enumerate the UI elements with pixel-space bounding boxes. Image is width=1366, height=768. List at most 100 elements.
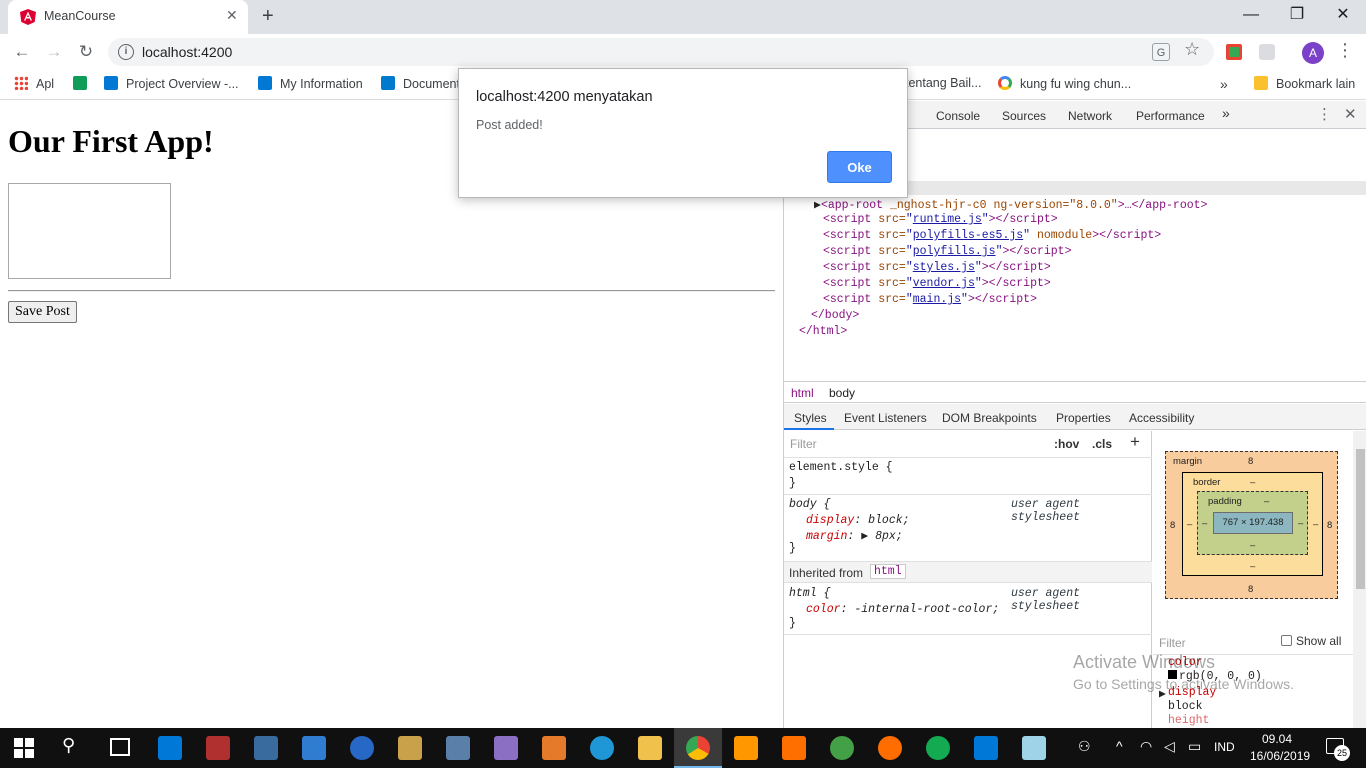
box-model-padding[interactable]: padding – – – – 767 × 197.438 <box>1197 491 1308 555</box>
breadcrumb-html[interactable]: html <box>791 386 814 400</box>
back-icon[interactable]: ← <box>10 40 34 64</box>
tab-dom-breakpoints[interactable]: DOM Breakpoints <box>942 411 1037 425</box>
info-icon[interactable]: i <box>118 44 134 60</box>
tab-close-icon[interactable]: ✕ <box>226 7 238 24</box>
scrollbar[interactable] <box>1353 431 1366 728</box>
app-icon[interactable] <box>446 736 470 760</box>
people-icon[interactable]: ⚇ <box>1078 738 1091 755</box>
dom-node-script[interactable]: <script src="polyfills.js"></script> <box>823 245 1071 258</box>
bookmarks-overflow-icon[interactable]: » <box>1220 76 1228 92</box>
css-property[interactable]: margin: ▶ 8px; <box>806 528 903 543</box>
language-indicator[interactable]: IND <box>1214 740 1235 754</box>
dom-node-html-close[interactable]: </html> <box>799 325 847 338</box>
matlab-icon[interactable] <box>542 736 566 760</box>
app-icon[interactable] <box>494 736 518 760</box>
new-tab-icon[interactable]: + <box>262 5 274 28</box>
save-post-button[interactable]: Save Post <box>8 301 77 323</box>
body-rule-selector[interactable]: body { <box>789 498 830 511</box>
chrome-icon[interactable] <box>686 736 710 760</box>
close-window-icon[interactable]: ✕ <box>1320 4 1366 30</box>
css-property[interactable]: display: block; <box>806 514 910 527</box>
dom-node-app-root[interactable]: ▶<app-root _nghost-hjr-c0 ng-version="8.… <box>814 197 1207 212</box>
css-property[interactable]: color: -internal-root-color; <box>806 603 999 616</box>
task-view-icon[interactable] <box>110 738 130 756</box>
devtools-close-icon[interactable]: ✕ <box>1344 105 1357 123</box>
app-icon[interactable] <box>254 736 278 760</box>
chevron-up-icon[interactable]: ^ <box>1116 738 1123 754</box>
element-style-rule[interactable]: element.style { <box>789 461 893 474</box>
bookmark-tentang[interactable]: tentang Bail... <box>905 76 981 90</box>
cls-toggle[interactable]: .cls <box>1092 437 1112 451</box>
scrollbar-thumb[interactable] <box>1356 449 1365 589</box>
app-icon[interactable] <box>398 736 422 760</box>
edge-icon[interactable] <box>158 736 182 760</box>
show-all-checkbox[interactable]: Show all <box>1281 634 1341 648</box>
dom-node-script[interactable]: <script src="vendor.js"></script> <box>823 277 1051 290</box>
sublime-icon[interactable] <box>734 736 758 760</box>
dom-node-script[interactable]: <script src="polyfills-es5.js" nomodule>… <box>823 229 1161 242</box>
app-icon[interactable] <box>302 736 326 760</box>
more-tabs-icon[interactable]: » <box>1222 105 1230 121</box>
tab-accessibility[interactable]: Accessibility <box>1129 411 1194 425</box>
dom-node-script[interactable]: <script src="styles.js"></script> <box>823 261 1051 274</box>
app-icon[interactable] <box>782 736 806 760</box>
app-icon[interactable] <box>1022 736 1046 760</box>
box-model-content[interactable]: 767 × 197.438 <box>1213 512 1293 534</box>
bookmark-star-icon[interactable]: ☆ <box>1184 39 1200 60</box>
ok-button[interactable]: Oke <box>827 151 892 183</box>
inherited-tag[interactable]: html <box>870 564 906 579</box>
tab-sources[interactable]: Sources <box>1002 109 1046 123</box>
dom-node-script[interactable]: <script src="runtime.js"></script> <box>823 213 1058 226</box>
restore-icon[interactable]: ❐ <box>1274 4 1320 30</box>
kebab-menu-icon[interactable]: ⋮ <box>1336 40 1354 61</box>
minimize-icon[interactable]: — <box>1228 4 1274 30</box>
breadcrumb-body[interactable]: body <box>829 386 855 400</box>
reload-icon[interactable]: ↻ <box>74 40 98 64</box>
bookmark-apps[interactable]: Apl <box>14 76 54 91</box>
postman-icon[interactable] <box>878 736 902 760</box>
browser-tab[interactable]: MeanCourse ✕ <box>8 0 248 34</box>
mongodb-icon[interactable] <box>926 736 950 760</box>
r-icon[interactable] <box>350 736 374 760</box>
computed-filter-input[interactable]: Filter <box>1159 636 1186 650</box>
forward-icon[interactable]: → <box>42 40 66 64</box>
vscode-icon[interactable] <box>974 736 998 760</box>
wifi-icon[interactable]: ◠ <box>1140 738 1152 755</box>
computed-prop[interactable]: height <box>1168 714 1209 727</box>
box-model-margin[interactable]: margin 8 8 8 8 border – – – – padding – … <box>1165 451 1338 599</box>
address-bar[interactable]: i localhost:4200 G ☆ <box>108 38 1214 66</box>
bookmark-document[interactable]: Document <box>381 76 460 91</box>
devtools-menu-icon[interactable]: ⋮ <box>1317 105 1332 123</box>
bookmark-sheets[interactable] <box>73 76 95 91</box>
battery-icon[interactable]: ▭ <box>1188 738 1201 755</box>
tab-properties[interactable]: Properties <box>1056 411 1111 425</box>
tab-event-listeners[interactable]: Event Listeners <box>844 411 927 425</box>
styles-filter-input[interactable]: Filter <box>790 437 817 451</box>
bookmark-project-overview[interactable]: Project Overview -... <box>104 76 239 91</box>
file-explorer-icon[interactable] <box>638 736 662 760</box>
hov-toggle[interactable]: :hov <box>1054 437 1079 451</box>
bookmark-kung-fu[interactable]: kung fu wing chun... <box>998 76 1131 91</box>
new-rule-icon[interactable]: + <box>1130 432 1140 452</box>
search-icon[interactable]: ⚲ <box>62 735 75 756</box>
tab-network[interactable]: Network <box>1068 109 1112 123</box>
volume-icon[interactable]: ◁ <box>1164 738 1175 755</box>
clock-date[interactable]: 16/06/2019 <box>1250 749 1310 763</box>
bookmark-other[interactable]: Bookmark lain <box>1254 76 1355 91</box>
html-rule-selector[interactable]: html { <box>789 587 830 600</box>
avatar[interactable]: A <box>1302 42 1324 64</box>
box-model-border[interactable]: border – – – – padding – – – – 767 × 197… <box>1182 472 1323 576</box>
post-textarea[interactable] <box>8 183 171 279</box>
tab-console[interactable]: Console <box>936 109 980 123</box>
translate-icon[interactable]: G <box>1152 43 1170 61</box>
windows-start-icon[interactable] <box>14 738 34 758</box>
extension-icon[interactable] <box>1259 44 1275 60</box>
extension-icon[interactable] <box>1226 44 1242 60</box>
tab-performance[interactable]: Performance <box>1136 109 1205 123</box>
atom-icon[interactable] <box>830 736 854 760</box>
dom-node-script[interactable]: <script src="main.js"></script> <box>823 293 1037 306</box>
app-icon[interactable] <box>590 736 614 760</box>
dom-node-body-close[interactable]: </body> <box>811 309 859 322</box>
clock-time[interactable]: 09.04 <box>1262 732 1292 746</box>
bookmark-my-information[interactable]: My Information <box>258 76 363 91</box>
